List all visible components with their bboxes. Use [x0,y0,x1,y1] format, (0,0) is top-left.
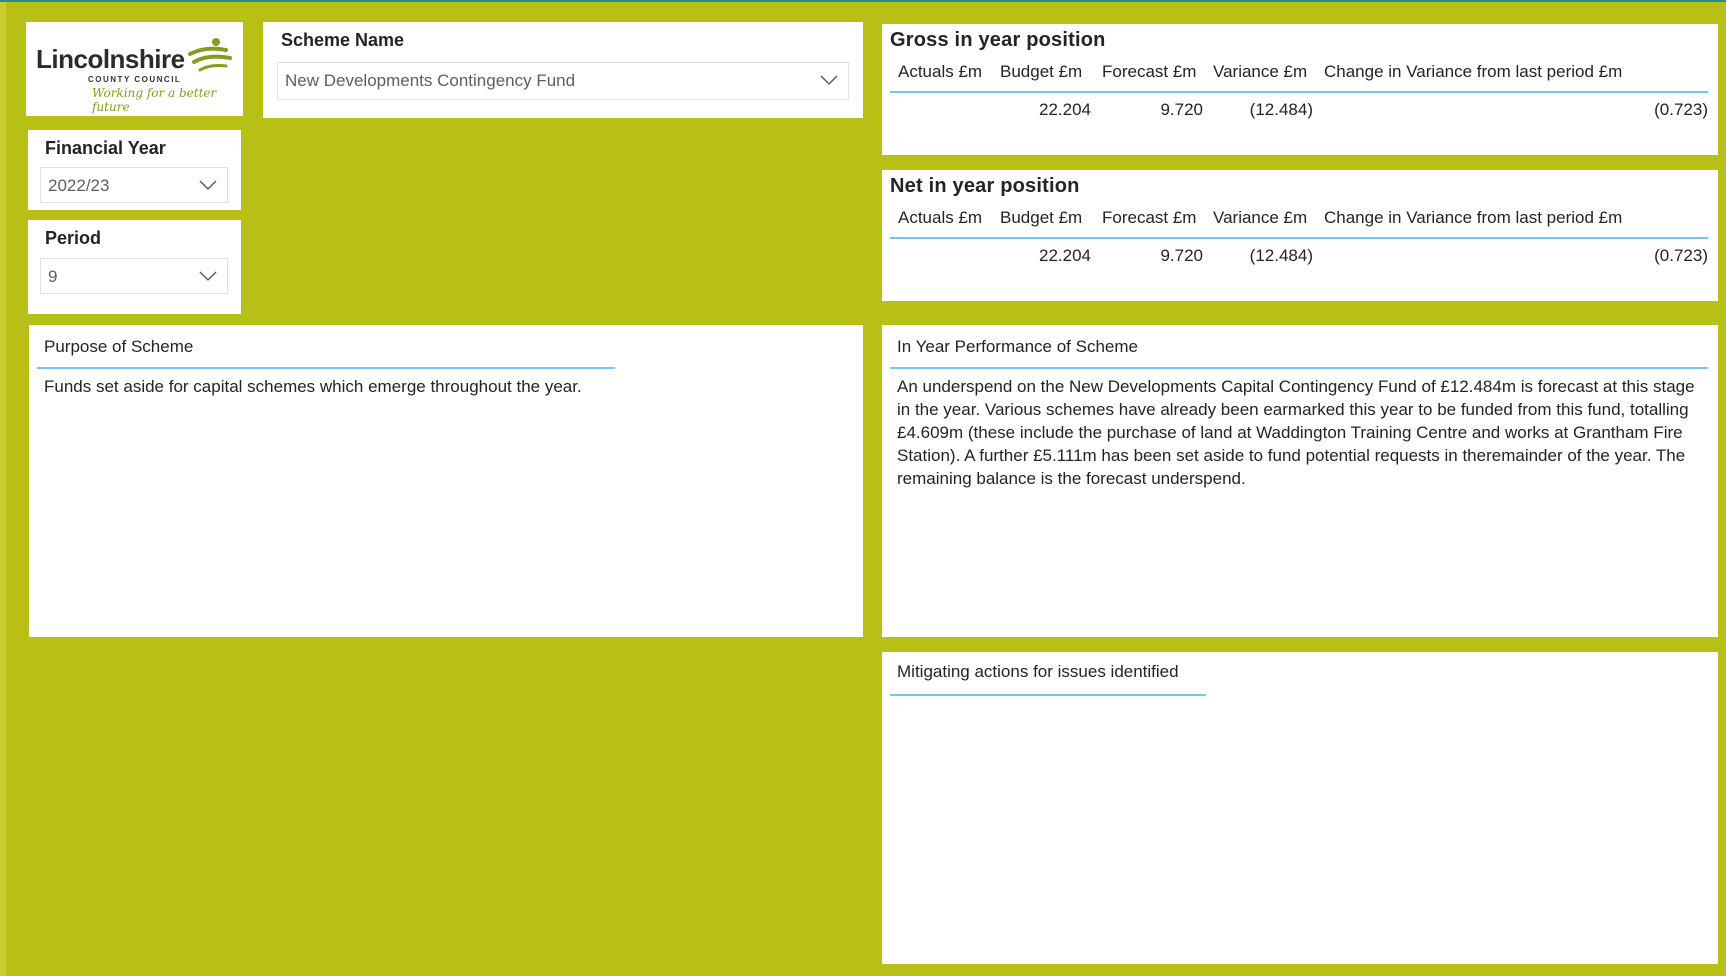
chevron-down-icon [199,271,217,282]
col-header-actuals: Actuals £m [898,62,983,81]
gross-table-title: Gross in year position [890,29,1106,51]
col-header-forecast: Forecast £m [1102,62,1197,81]
purpose-text: Funds set aside for capital schemes whic… [44,377,582,396]
header-divider [890,237,1708,239]
period-value: 9 [48,267,58,286]
scheme-name-dropdown[interactable]: New Developments Contingency Fund [277,62,849,100]
financial-year-value: 2022/23 [48,176,110,195]
financial-year-dropdown[interactable]: 2022/23 [40,167,228,203]
council-logo: Lincolnshire COUNTY COUNCIL Working for … [26,22,243,116]
cell-variance: (12.484) [1249,100,1313,119]
col-header-forecast: Forecast £m [1102,208,1197,227]
figure-logo-icon [188,38,232,72]
scheme-name-slicer: Scheme Name New Developments Contingency… [263,22,863,118]
cell-change-variance: (0.723) [1654,100,1708,119]
net-position-table: Net in year position Actuals £m Budget £… [882,170,1718,301]
left-strip [0,2,6,976]
col-header-change-variance: Change in Variance from last period £m [1324,208,1623,227]
period-dropdown[interactable]: 9 [40,258,228,294]
purpose-title-underline [37,367,615,369]
chevron-down-icon [199,180,217,191]
performance-text: An underspend on the New Developments Ca… [897,377,1695,488]
col-header-variance: Variance £m [1213,208,1308,227]
cell-variance: (12.484) [1249,246,1313,265]
scheme-name-label: Scheme Name [281,30,405,50]
performance-title-underline [890,367,1708,369]
performance-card: In Year Performance of Scheme An undersp… [882,325,1718,637]
cell-budget: 22.204 [1039,246,1091,265]
net-table-title: Net in year position [890,175,1080,197]
logo-subtitle: COUNTY COUNCIL [88,75,182,84]
gross-position-table: Gross in year position Actuals £m Budget… [882,24,1718,155]
scheme-name-value: New Developments Contingency Fund [285,71,576,90]
mitigating-card: Mitigating actions for issues identified [882,652,1718,964]
period-slicer: Period 9 [28,220,241,314]
col-header-budget: Budget £m [1000,62,1083,81]
col-header-budget: Budget £m [1000,208,1083,227]
logo-tagline: Working for a better future [92,86,217,114]
cell-forecast: 9.720 [1160,246,1203,265]
financial-year-label: Financial Year [45,138,166,158]
logo-wordmark: Lincolnshire [36,44,185,74]
cell-budget: 22.204 [1039,100,1091,119]
cell-change-variance: (0.723) [1654,246,1708,265]
purpose-title: Purpose of Scheme [44,337,194,356]
mitigating-title: Mitigating actions for issues identified [897,662,1179,681]
period-label: Period [45,228,102,248]
purpose-card: Purpose of Scheme Funds set aside for ca… [29,325,863,637]
top-border [0,0,1726,2]
col-header-change-variance: Change in Variance from last period £m [1324,62,1623,81]
chevron-down-icon [820,75,838,86]
cell-forecast: 9.720 [1160,100,1203,119]
col-header-actuals: Actuals £m [898,208,983,227]
performance-title: In Year Performance of Scheme [897,337,1138,356]
financial-year-slicer: Financial Year 2022/23 [28,130,241,210]
col-header-variance: Variance £m [1213,62,1308,81]
mitigating-title-underline [890,694,1206,696]
header-divider [890,91,1708,93]
